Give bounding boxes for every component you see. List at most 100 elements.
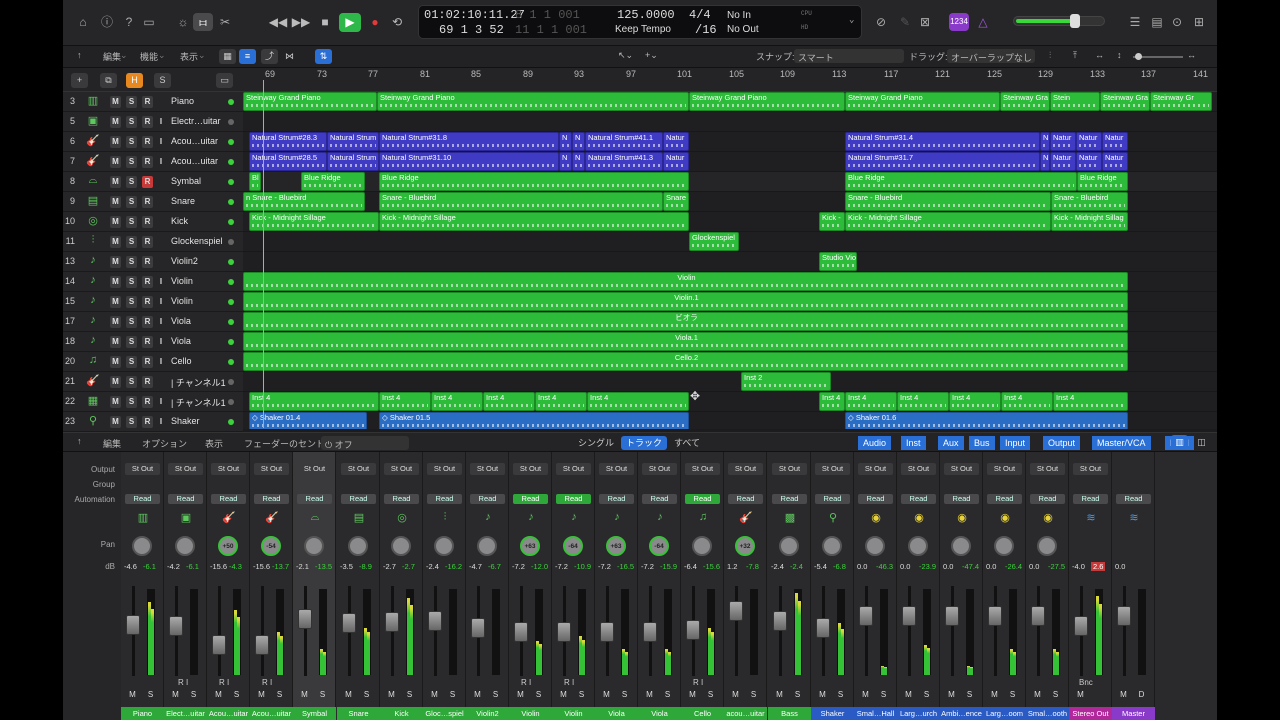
region[interactable]: Violin — [243, 272, 1128, 291]
pan-knob[interactable] — [865, 536, 885, 556]
bounce-button[interactable]: Bnc — [1079, 678, 1093, 687]
volume-fader[interactable] — [902, 606, 916, 626]
solo-button[interactable]: S — [835, 690, 846, 701]
loops-icon[interactable]: ⊞ — [1189, 13, 1209, 31]
track-header[interactable]: 20 ♫ M S R I Cello — [63, 352, 243, 372]
fader-send-dropdown[interactable]: ⏻ オフ — [321, 436, 409, 450]
automation-mode-selector[interactable]: Read — [858, 494, 893, 504]
volume-fader[interactable] — [729, 601, 743, 621]
region[interactable]: Kick - Midnight Sillage — [379, 212, 689, 231]
mute-button[interactable]: M — [256, 690, 267, 701]
output-selector[interactable]: St Out — [944, 463, 979, 475]
secondary-tool-icon[interactable]: +⌄ — [645, 50, 658, 61]
input-monitor-button[interactable]: I — [157, 156, 165, 168]
record-enable-button[interactable]: R — [142, 236, 153, 248]
guitar-icon[interactable]: 🎸 — [737, 511, 755, 527]
waveform-zoom-icon[interactable]: ⫶ — [1049, 50, 1051, 61]
mixer-options-menu[interactable]: オプション — [142, 437, 187, 450]
solo-button[interactable]: S — [490, 690, 501, 701]
record-enable-button[interactable]: R — [142, 96, 153, 108]
region[interactable]: Natural Strum#31.4 — [845, 132, 1040, 151]
region[interactable]: Kick - — [819, 212, 845, 231]
track-on-indicator[interactable] — [228, 219, 234, 225]
region[interactable]: N — [559, 152, 572, 171]
volume-fader[interactable] — [255, 635, 269, 655]
volume-fader[interactable] — [557, 622, 571, 642]
region[interactable]: Inst 4 — [897, 392, 949, 411]
record-enable-button[interactable]: R — [142, 396, 153, 408]
mixer-all-tab[interactable]: すべて — [669, 436, 705, 450]
mute-button[interactable]: M — [343, 690, 354, 701]
solo-button[interactable]: S — [1007, 690, 1018, 701]
volume-fader[interactable] — [428, 611, 442, 631]
region[interactable]: Viola.1 — [243, 332, 1128, 351]
mute-button[interactable]: M — [213, 690, 224, 701]
output-selector[interactable]: St Out — [642, 463, 677, 475]
region[interactable]: Snare - Bluebird — [379, 192, 663, 211]
region[interactable]: Natur — [1050, 152, 1076, 171]
record-enable-button[interactable]: R — [142, 216, 153, 228]
mute-button[interactable]: M — [170, 690, 181, 701]
input-monitor-button[interactable]: I — [157, 276, 165, 288]
pan-knob[interactable]: +63 — [606, 536, 626, 556]
wave-icon[interactable]: ≋ — [1082, 511, 1100, 527]
zoom-horizontal-icon[interactable]: ↔ — [1095, 50, 1104, 60]
input-monitor-button[interactable]: I — [157, 116, 165, 128]
track-on-indicator[interactable] — [228, 379, 234, 385]
output-selector[interactable]: St Out — [427, 463, 462, 475]
automation-mode-selector[interactable]: Read — [685, 494, 720, 504]
track-on-indicator[interactable] — [228, 199, 234, 205]
toolbar-icon[interactable]: ▭ — [139, 13, 159, 31]
pan-knob[interactable] — [822, 536, 842, 556]
editors-icon[interactable]: ✂ — [215, 13, 235, 31]
track-header[interactable]: 14 ♪ M S R I Violin — [63, 272, 243, 292]
back-icon[interactable]: ↑ — [77, 50, 82, 60]
output-selector[interactable]: St Out — [685, 463, 720, 475]
mute-button[interactable]: M — [1032, 690, 1043, 701]
track-header[interactable]: 8 ⌓ M S R Symbal — [63, 172, 243, 192]
master-volume-slider[interactable] — [1013, 14, 1105, 28]
input-monitor-button[interactable]: I — [157, 136, 165, 148]
region[interactable]: N — [1040, 132, 1050, 151]
region[interactable]: Blue Ridge — [1077, 172, 1128, 191]
solo-button[interactable]: S — [126, 296, 137, 308]
solo-button[interactable]: S — [126, 156, 137, 168]
volume-fader[interactable] — [643, 622, 657, 642]
drag-dropdown[interactable]: オーバーラップなし — [947, 49, 1035, 63]
track-on-indicator[interactable] — [228, 359, 234, 365]
list-view-icon[interactable]: ≡ — [239, 49, 256, 64]
record-input-buttons[interactable]: R I — [178, 678, 188, 687]
automation-mode-selector[interactable]: Read — [1073, 494, 1108, 504]
cycle-button[interactable]: ⟲ — [387, 13, 407, 32]
automation-mode-selector[interactable]: Read — [599, 494, 634, 504]
output-selector[interactable]: St Out — [168, 463, 203, 475]
mute-button[interactable]: M — [110, 416, 121, 428]
automation-mode-selector[interactable]: Read — [427, 494, 462, 504]
region[interactable]: Natural Strum — [327, 152, 379, 171]
region[interactable]: Inst 4 — [819, 392, 845, 411]
solo-button[interactable]: S — [126, 356, 137, 368]
cymbal-icon[interactable]: ⌓ — [306, 511, 324, 527]
region[interactable]: Inst 4 — [845, 392, 897, 411]
mixer-filter-tab-input[interactable]: Input — [1000, 436, 1031, 450]
pan-knob[interactable] — [175, 536, 195, 556]
reverb-icon[interactable]: ◉ — [996, 511, 1014, 527]
record-enable-button[interactable]: R — [142, 176, 153, 188]
solo-button[interactable]: S — [878, 690, 889, 701]
kick-icon[interactable]: ◎ — [393, 511, 411, 527]
automation-mode-selector[interactable]: Read — [772, 494, 807, 504]
lcd-display[interactable]: 01:02:10:11.27 8 1 1 001 69 1 3 52 11 1 … — [418, 5, 862, 39]
cello-icon[interactable]: ♫ — [694, 511, 712, 527]
region[interactable]: Studio Vio — [819, 252, 857, 271]
record-enable-button[interactable]: R — [142, 156, 153, 168]
browser-icon[interactable]: ⊙ — [1167, 13, 1187, 31]
pan-knob[interactable]: -64 — [563, 536, 583, 556]
solo-button[interactable]: S — [274, 690, 285, 701]
region[interactable]: Natural Strum#41.3 — [585, 152, 663, 171]
input-monitor-button[interactable]: I — [157, 416, 165, 428]
zoom-vertical-icon[interactable]: ⤒ — [1073, 50, 1077, 61]
automation-mode-selector[interactable]: Read — [901, 494, 936, 504]
input-monitor-button[interactable]: I — [157, 316, 165, 328]
list-editor-icon[interactable]: ⊘ — [871, 13, 891, 31]
output-selector[interactable]: St Out — [125, 463, 160, 475]
